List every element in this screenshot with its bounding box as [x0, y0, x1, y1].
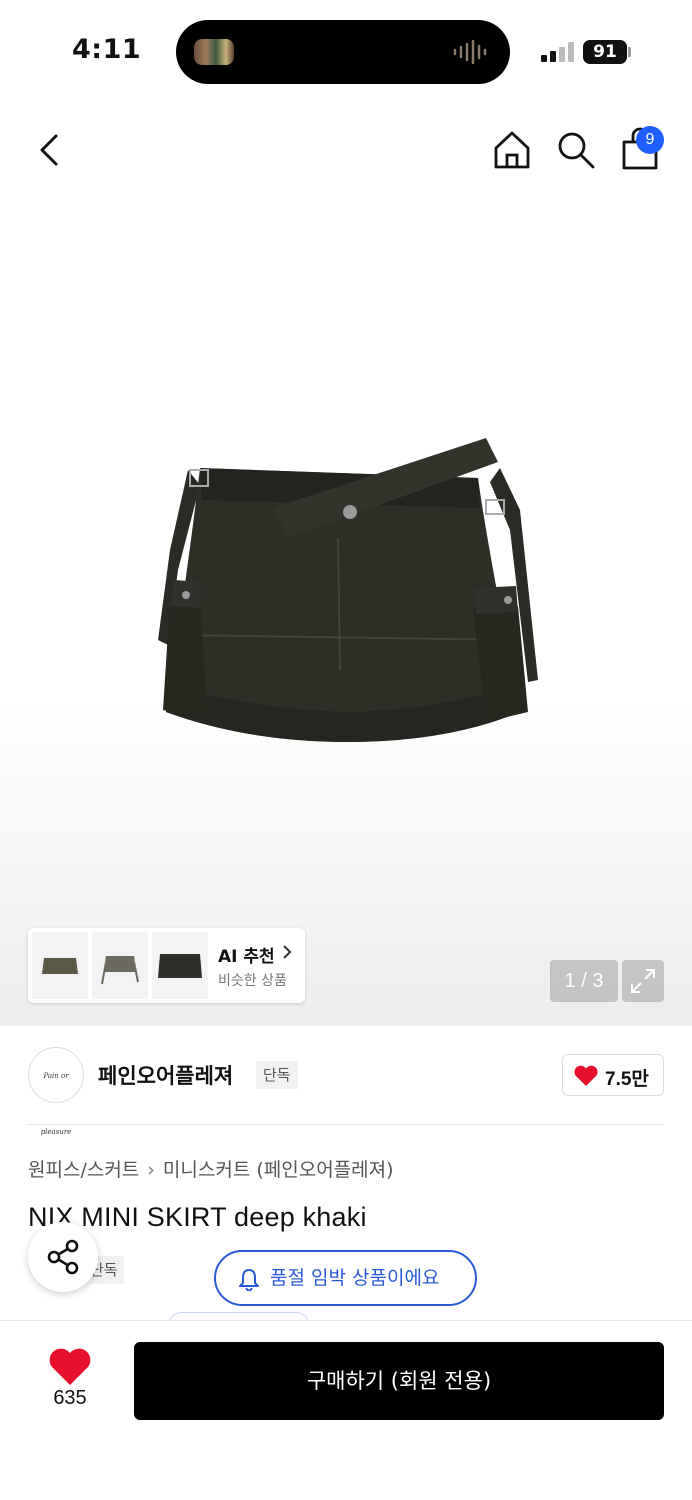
breadcrumb-category[interactable]: 원피스/스커트	[28, 1159, 139, 1181]
recommendation-thumbnail[interactable]	[152, 932, 208, 999]
buy-button[interactable]: 구매하기 (회원 전용)	[134, 1342, 664, 1420]
cart-count-badge: 9	[636, 126, 664, 154]
share-button[interactable]	[28, 1222, 98, 1292]
ai-recommendation-title: AI 추천	[218, 947, 275, 967]
back-arrow-icon[interactable]	[30, 130, 70, 170]
battery-tip	[628, 47, 631, 57]
breadcrumb-subcategory[interactable]: 미니스커트 (페인오어플레져)	[163, 1159, 394, 1181]
battery-indicator: 91	[583, 40, 627, 64]
expand-icon	[631, 969, 655, 993]
exclusive-tag: 단독	[256, 1061, 298, 1089]
status-bar: 4:11 91	[0, 0, 692, 100]
image-page-indicator: 1 / 3	[550, 960, 618, 1002]
heart-icon[interactable]	[48, 1347, 92, 1387]
divider	[28, 1124, 664, 1125]
chevron-right-icon	[283, 945, 292, 959]
dynamic-island	[176, 20, 510, 84]
soldout-alert-label: 품절 임박 상품이에요	[270, 1267, 440, 1289]
cellular-signal-icon	[541, 42, 574, 62]
bell-icon	[239, 1269, 259, 1291]
brand-logo[interactable]: Pain or pleasure	[28, 1047, 84, 1136]
breadcrumb: 원피스/스커트 › 미니스커트 (페인오어플레져)	[28, 1155, 394, 1182]
share-icon	[47, 1239, 79, 1275]
brand-like-count: 7.5만	[605, 1069, 649, 1090]
brand-like-button[interactable]: 7.5만	[562, 1054, 664, 1096]
bottom-action-bar: 635 구매하기 (회원 전용)	[0, 1320, 692, 1500]
audio-wave-icon	[453, 40, 487, 64]
home-icon[interactable]	[490, 128, 534, 172]
expand-image-button[interactable]	[622, 960, 664, 1002]
recommendation-thumbnail[interactable]	[92, 932, 148, 999]
chevron-right-icon: ›	[147, 1159, 155, 1181]
soldout-alert-button[interactable]: 품절 임박 상품이에요	[214, 1250, 477, 1306]
wish-count: 635	[53, 1387, 87, 1409]
now-playing-thumbnail	[194, 39, 234, 65]
recommendation-thumbnail[interactable]	[32, 932, 88, 999]
ai-recommendation-card[interactable]: AI 추천 비슷한 상품	[28, 928, 305, 1003]
product-gallery[interactable]: 9 AI 추천 비슷한 상품 1 / 3	[0, 100, 692, 1026]
heart-icon	[574, 1065, 598, 1086]
search-icon[interactable]	[554, 128, 598, 172]
brand-name[interactable]: 페인오어플레져	[98, 1060, 233, 1090]
status-time: 4:11	[72, 34, 142, 65]
ai-recommendation-subtitle: 비슷한 상품	[218, 973, 287, 989]
product-image-skirt[interactable]	[148, 430, 548, 790]
